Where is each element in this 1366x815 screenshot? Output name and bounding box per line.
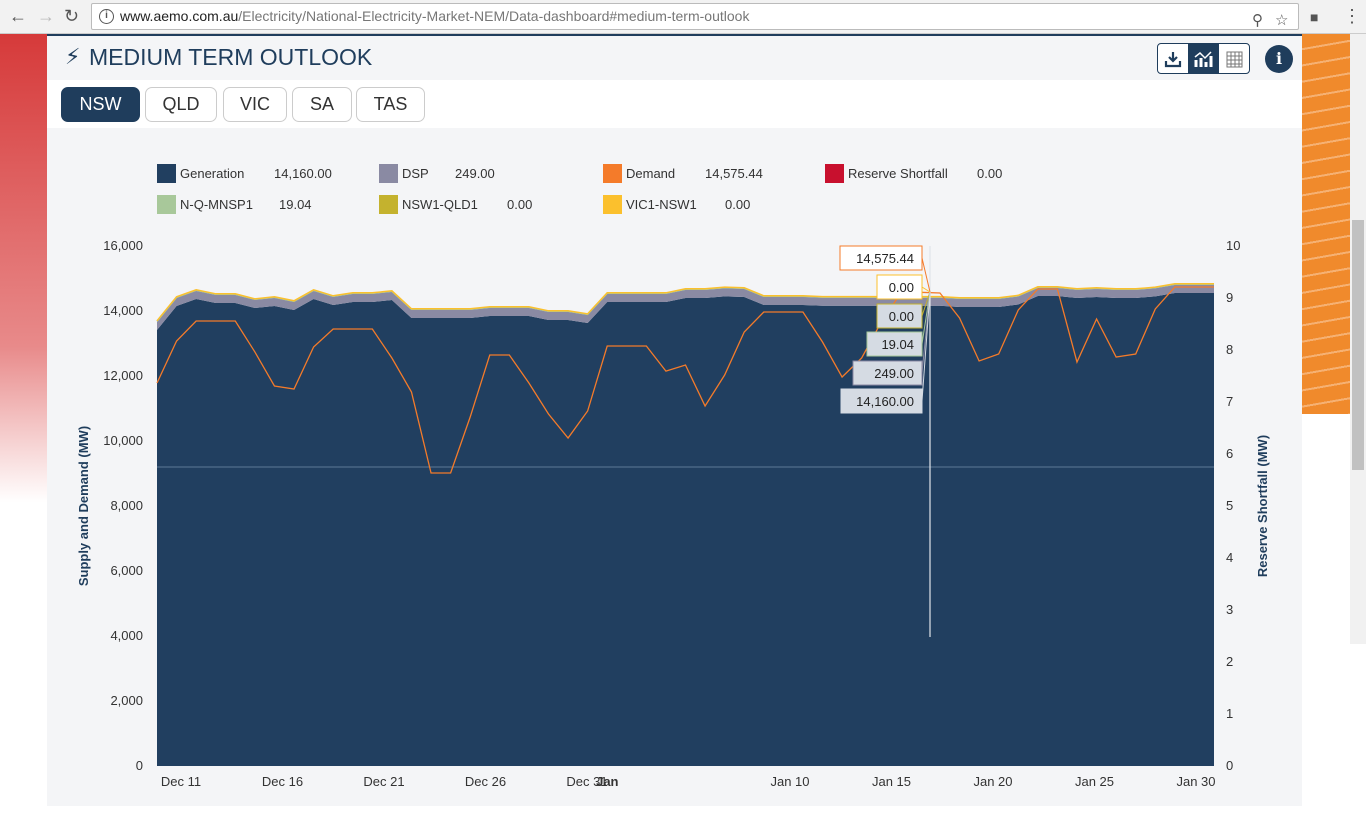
tab-vic[interactable]: VIC <box>223 87 287 122</box>
scrollbar-thumb[interactable] <box>1352 220 1364 470</box>
table-icon[interactable] <box>1219 44 1249 73</box>
tab-sa[interactable]: SA <box>292 87 352 122</box>
site-info-icon[interactable]: i <box>99 9 114 24</box>
left-decoration <box>0 34 47 815</box>
back-icon[interactable]: ← <box>9 6 27 27</box>
bookmark-star-icon[interactable]: ☆ <box>1275 8 1288 33</box>
forward-icon[interactable]: → <box>37 6 55 27</box>
scrollbar[interactable] <box>1350 34 1366 644</box>
legend-swatch <box>379 195 398 214</box>
lightning-icon: ⚡︎ <box>65 44 81 69</box>
reload-icon[interactable]: ↻ <box>64 6 79 27</box>
tab-tas[interactable]: TAS <box>356 87 425 122</box>
tab-nsw[interactable]: NSW <box>61 87 140 122</box>
address-bar[interactable]: i www.aemo.com.au/Electricity/National-E… <box>91 3 1299 30</box>
extension-icon[interactable]: ■ <box>1310 9 1318 25</box>
panel-header: ⚡︎ MEDIUM TERM OUTLOOK i <box>47 34 1302 80</box>
legend-swatch <box>157 164 176 183</box>
browser-toolbar: ← → ↻ i www.aemo.com.au/Electricity/Nati… <box>0 0 1366 34</box>
region-tabs: NSW QLD VIC SA TAS <box>47 80 1302 128</box>
right-decoration <box>1302 34 1350 815</box>
chart-icon[interactable] <box>1188 44 1219 73</box>
info-button[interactable]: i <box>1265 45 1293 73</box>
tab-qld[interactable]: QLD <box>145 87 217 122</box>
legend-swatch <box>603 164 622 183</box>
zoom-icon[interactable]: ⚲ <box>1252 8 1263 33</box>
legend-swatch <box>603 195 622 214</box>
legend-swatch <box>825 164 844 183</box>
menu-icon[interactable]: ⋮ <box>1343 6 1361 27</box>
legend-swatch <box>157 195 176 214</box>
view-toolbar <box>1157 43 1250 74</box>
legend-swatch <box>379 164 398 183</box>
page-title: MEDIUM TERM OUTLOOK <box>89 44 373 70</box>
download-icon[interactable] <box>1158 44 1188 73</box>
medium-term-outlook-panel: ⚡︎ MEDIUM TERM OUTLOOK i NSW QLD VIC SA … <box>47 34 1302 806</box>
